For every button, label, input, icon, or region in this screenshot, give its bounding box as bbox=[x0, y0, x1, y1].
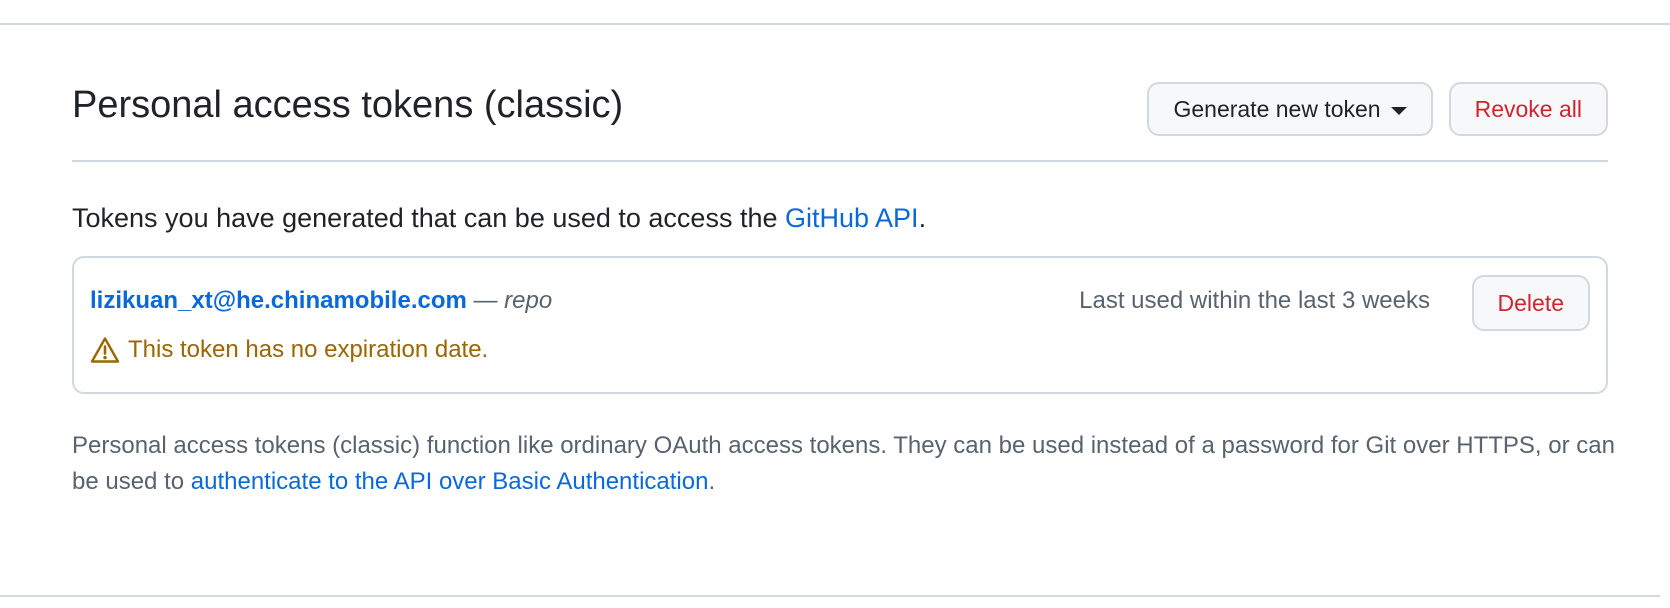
last-used-status: Last used within the last 3 weeks bbox=[1079, 287, 1430, 314]
footer-note-end: . bbox=[708, 468, 716, 495]
section-header: Personal access tokens (classic) Generat… bbox=[72, 82, 1608, 162]
footer-note: Personal access tokens (classic) functio… bbox=[72, 428, 1632, 500]
token-title-row: lizikuan_xt@he.chinamobile.com — repo bbox=[90, 286, 552, 316]
token-list-item: lizikuan_xt@he.chinamobile.com — repo Th… bbox=[72, 256, 1608, 394]
intro-text-body: Tokens you have generated that can be us… bbox=[72, 203, 785, 233]
generate-new-token-label: Generate new token bbox=[1173, 95, 1381, 122]
basic-auth-link[interactable]: authenticate to the API over Basic Authe… bbox=[191, 468, 709, 495]
triangle-down-icon bbox=[1390, 107, 1407, 115]
top-divider bbox=[0, 23, 1670, 25]
delete-token-button[interactable]: Delete bbox=[1471, 275, 1590, 331]
token-name-link[interactable]: lizikuan_xt@he.chinamobile.com bbox=[90, 287, 467, 314]
expiration-warning-text: This token has no expiration date. bbox=[128, 336, 489, 363]
token-separator: — bbox=[466, 287, 505, 314]
github-api-link[interactable]: GitHub API bbox=[785, 203, 919, 233]
alert-icon bbox=[90, 336, 120, 364]
header-actions: Generate new token Revoke all bbox=[1147, 82, 1608, 136]
expiration-warning: This token has no expiration date. bbox=[90, 334, 488, 366]
intro-text: Tokens you have generated that can be us… bbox=[72, 200, 1608, 236]
generate-new-token-button[interactable]: Generate new token bbox=[1147, 82, 1433, 136]
intro-text-end: . bbox=[918, 203, 927, 233]
tokens-section: Personal access tokens (classic) Generat… bbox=[72, 82, 1615, 500]
token-scope: repo bbox=[504, 287, 553, 314]
page-title: Personal access tokens (classic) bbox=[72, 84, 624, 126]
revoke-all-button[interactable]: Revoke all bbox=[1448, 82, 1608, 136]
bottom-divider bbox=[0, 595, 1660, 597]
